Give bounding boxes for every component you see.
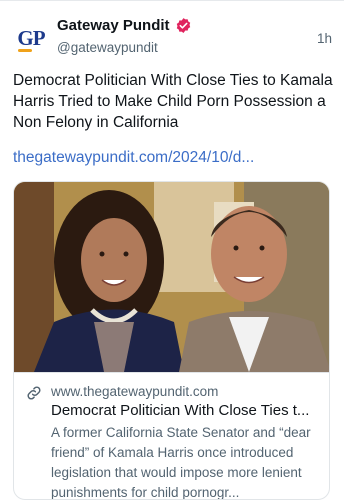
author-display-name[interactable]: Gateway Pundit — [57, 17, 170, 34]
link-preview-image[interactable] — [14, 182, 329, 372]
author-handle[interactable]: @gatewaypundit — [57, 40, 158, 55]
link-preview-description: A former California State Senator and “d… — [51, 425, 311, 500]
verified-badge-icon — [176, 18, 190, 33]
avatar-logo: GP — [17, 25, 45, 50]
link-preview-title[interactable]: Democrat Politician With Close Ties t... — [51, 402, 321, 419]
divider — [0, 0, 344, 1]
avatar[interactable]: GP — [12, 19, 50, 57]
photo-illustration — [14, 182, 329, 372]
post-link[interactable]: thegatewaypundit.com/2024/10/d... — [13, 149, 333, 167]
author-name-row: Gateway Pundit — [57, 17, 192, 34]
link-icon — [27, 386, 41, 400]
link-preview-card[interactable]: www.thegatewaypundit.com Democrat Politi… — [13, 181, 330, 500]
post-timestamp[interactable]: 1h — [317, 31, 332, 46]
post-card[interactable]: GP Gateway Pundit @gatewaypundit 1h Demo… — [0, 0, 344, 500]
link-preview-domain: www.thegatewaypundit.com — [51, 384, 219, 399]
post-text: Democrat Politician With Close Ties to K… — [13, 72, 333, 131]
avatar-logo-swoosh — [18, 49, 32, 52]
link-preview-meta[interactable]: www.thegatewaypundit.com Democrat Politi… — [14, 372, 329, 500]
